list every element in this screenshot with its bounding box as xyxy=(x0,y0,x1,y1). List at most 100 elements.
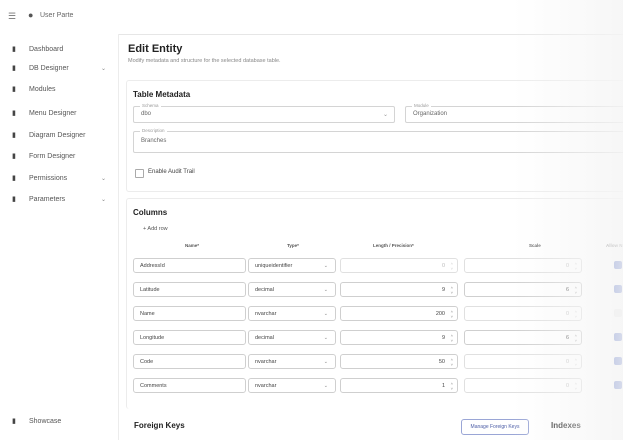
allow-null-checkbox[interactable] xyxy=(614,285,622,293)
column-name-value: Longitude xyxy=(140,335,165,341)
column-header-scale: Scale xyxy=(529,243,541,248)
column-name-input[interactable]: Name xyxy=(133,306,246,321)
column-scale-value: 0 xyxy=(565,263,569,269)
sidebar-item-dashboard[interactable]: ▮ Dashboard xyxy=(0,42,118,58)
column-type-value: uniqueidentifier xyxy=(255,263,293,269)
column-length-input[interactable]: 200 ˄ ˅ xyxy=(340,306,458,321)
sidebar-item-form-designer[interactable]: ▮ Form Designer xyxy=(0,149,118,165)
doc-icon: ▮ xyxy=(12,86,16,93)
page-subtitle: Modify metadata and structure for the se… xyxy=(128,58,281,64)
stepper-icon[interactable]: ˄ ˅ xyxy=(575,333,577,343)
sidebar-item-label: Modules xyxy=(29,86,56,93)
column-name-input[interactable]: Longitude xyxy=(133,330,246,345)
column-length-value: 9 xyxy=(441,335,445,341)
schema-select[interactable]: Schema dbo ⌄ xyxy=(133,103,395,123)
sidebar-item-label: Dashboard xyxy=(29,46,64,53)
foreign-keys-title: Foreign Keys xyxy=(134,421,185,430)
field-value: Branches xyxy=(141,138,167,144)
chevron-down-icon[interactable]: ⌄ xyxy=(101,171,106,187)
sidebar-item-parameters[interactable]: ▮ Parameters ⌄ xyxy=(0,192,118,208)
column-scale-value: 6 xyxy=(565,287,569,293)
add-row-button[interactable]: + Add row xyxy=(143,226,168,232)
column-type-select[interactable]: uniqueidentifier ⌄ xyxy=(248,258,336,273)
main-content: Edit Entity Modify metadata and structur… xyxy=(126,34,623,440)
module-select[interactable]: Module Organization xyxy=(405,103,623,123)
column-scale-input[interactable]: 6 ˄ ˅ xyxy=(464,330,582,345)
stepper-icon[interactable]: ˄ ˅ xyxy=(451,309,453,319)
sidebar-item-db-designer[interactable]: ▮ DB Designer ⌄ xyxy=(0,61,118,77)
user-name[interactable]: User Parte xyxy=(40,12,73,19)
chevron-down-icon[interactable]: ⌄ xyxy=(101,61,106,77)
column-scale-input: 0 ˄ ˅ xyxy=(464,378,582,393)
stepper-icon[interactable]: ˄ ˅ xyxy=(575,357,577,367)
hamburger-icon[interactable]: ☰ xyxy=(8,11,16,22)
column-type-value: nvarchar xyxy=(255,359,277,365)
column-length-input[interactable]: 1 ˄ ˅ xyxy=(340,378,458,393)
stepper-icon[interactable]: ˄ ˅ xyxy=(451,381,453,391)
chevron-down-icon: ⌄ xyxy=(323,287,328,293)
allow-null-checkbox[interactable] xyxy=(614,381,622,389)
stepper-icon[interactable]: ˄ ˅ xyxy=(451,285,453,295)
stepper-icon[interactable]: ˄ ˅ xyxy=(451,357,453,367)
sidebar-item-label: Showcase xyxy=(29,418,62,425)
stepper-icon[interactable]: ˄ ˅ xyxy=(451,261,453,271)
doc-icon: ▮ xyxy=(12,153,16,160)
page-title: Edit Entity xyxy=(128,43,183,55)
section-title: Columns xyxy=(133,208,168,217)
column-name-value: AddressId xyxy=(140,263,165,269)
doc-icon: ▮ xyxy=(12,65,16,72)
column-length-input[interactable]: 50 ˄ ˅ xyxy=(340,354,458,369)
sidebar-item-modules[interactable]: ▮ Modules xyxy=(0,82,118,98)
column-type-select[interactable]: decimal ⌄ xyxy=(248,282,336,297)
stepper-icon[interactable]: ˄ ˅ xyxy=(575,261,577,271)
chevron-down-icon: ⌄ xyxy=(323,335,328,341)
column-length-input[interactable]: 9 ˄ ˅ xyxy=(340,330,458,345)
sidebar-item-showcase[interactable]: ▮ Showcase xyxy=(0,414,118,430)
column-name-input[interactable]: Comments xyxy=(133,378,246,393)
audit-trail-checkbox[interactable] xyxy=(135,169,144,178)
column-name-input[interactable]: AddressId xyxy=(133,258,246,273)
sidebar-item-label: Form Designer xyxy=(29,153,76,160)
column-type-select[interactable]: nvarchar ⌄ xyxy=(248,306,336,321)
chevron-down-icon: ⌄ xyxy=(323,359,328,365)
stepper-icon[interactable]: ˄ ˅ xyxy=(575,309,577,319)
column-type-select[interactable]: decimal ⌄ xyxy=(248,330,336,345)
sidebar-item-permissions[interactable]: ▮ Permissions ⌄ xyxy=(0,171,118,187)
stepper-icon[interactable]: ˄ ˅ xyxy=(451,333,453,343)
sidebar-item-diagram-designer[interactable]: ▮ Diagram Designer xyxy=(0,128,118,144)
description-field[interactable]: Description Branches xyxy=(133,128,623,153)
chevron-down-icon: ⌄ xyxy=(382,112,388,118)
sidebar-item-menu-designer[interactable]: ▮ Menu Designer xyxy=(0,106,118,122)
column-name-input[interactable]: Code xyxy=(133,354,246,369)
column-type-select[interactable]: nvarchar ⌄ xyxy=(248,378,336,393)
chevron-down-icon[interactable]: ⌄ xyxy=(101,192,106,208)
column-scale-input: 0 ˄ ˅ xyxy=(464,306,582,321)
column-length-value: 200 xyxy=(435,311,445,317)
column-type-value: nvarchar xyxy=(255,383,277,389)
field-label: Module xyxy=(412,103,431,108)
column-header-length: Length / Precision* xyxy=(373,243,414,248)
allow-null-checkbox[interactable] xyxy=(614,357,622,365)
manage-foreign-keys-button[interactable]: Manage Foreign Keys xyxy=(461,419,529,435)
column-scale-value: 0 xyxy=(565,311,569,317)
allow-null-checkbox[interactable] xyxy=(614,261,622,269)
doc-icon: ▮ xyxy=(12,110,16,117)
stepper-icon[interactable]: ˄ ˅ xyxy=(575,381,577,391)
person-icon[interactable]: ● xyxy=(28,10,33,20)
sidebar-item-label: Permissions xyxy=(29,175,68,182)
chevron-down-icon: ⌄ xyxy=(323,383,328,389)
column-name-input[interactable]: Latitude xyxy=(133,282,246,297)
column-length-value: 0 xyxy=(441,263,445,269)
allow-null-checkbox[interactable] xyxy=(614,309,622,317)
field-value: Organization xyxy=(413,111,448,117)
column-length-input[interactable]: 9 ˄ ˅ xyxy=(340,282,458,297)
column-name-value: Code xyxy=(140,359,154,365)
stepper-icon[interactable]: ˄ ˅ xyxy=(575,285,577,295)
doc-icon: ▮ xyxy=(12,196,16,203)
column-type-select[interactable]: nvarchar ⌄ xyxy=(248,354,336,369)
column-type-value: decimal xyxy=(255,287,274,293)
doc-icon: ▮ xyxy=(12,46,16,53)
field-label: Description xyxy=(140,128,167,133)
column-scale-input[interactable]: 6 ˄ ˅ xyxy=(464,282,582,297)
allow-null-checkbox[interactable] xyxy=(614,333,622,341)
